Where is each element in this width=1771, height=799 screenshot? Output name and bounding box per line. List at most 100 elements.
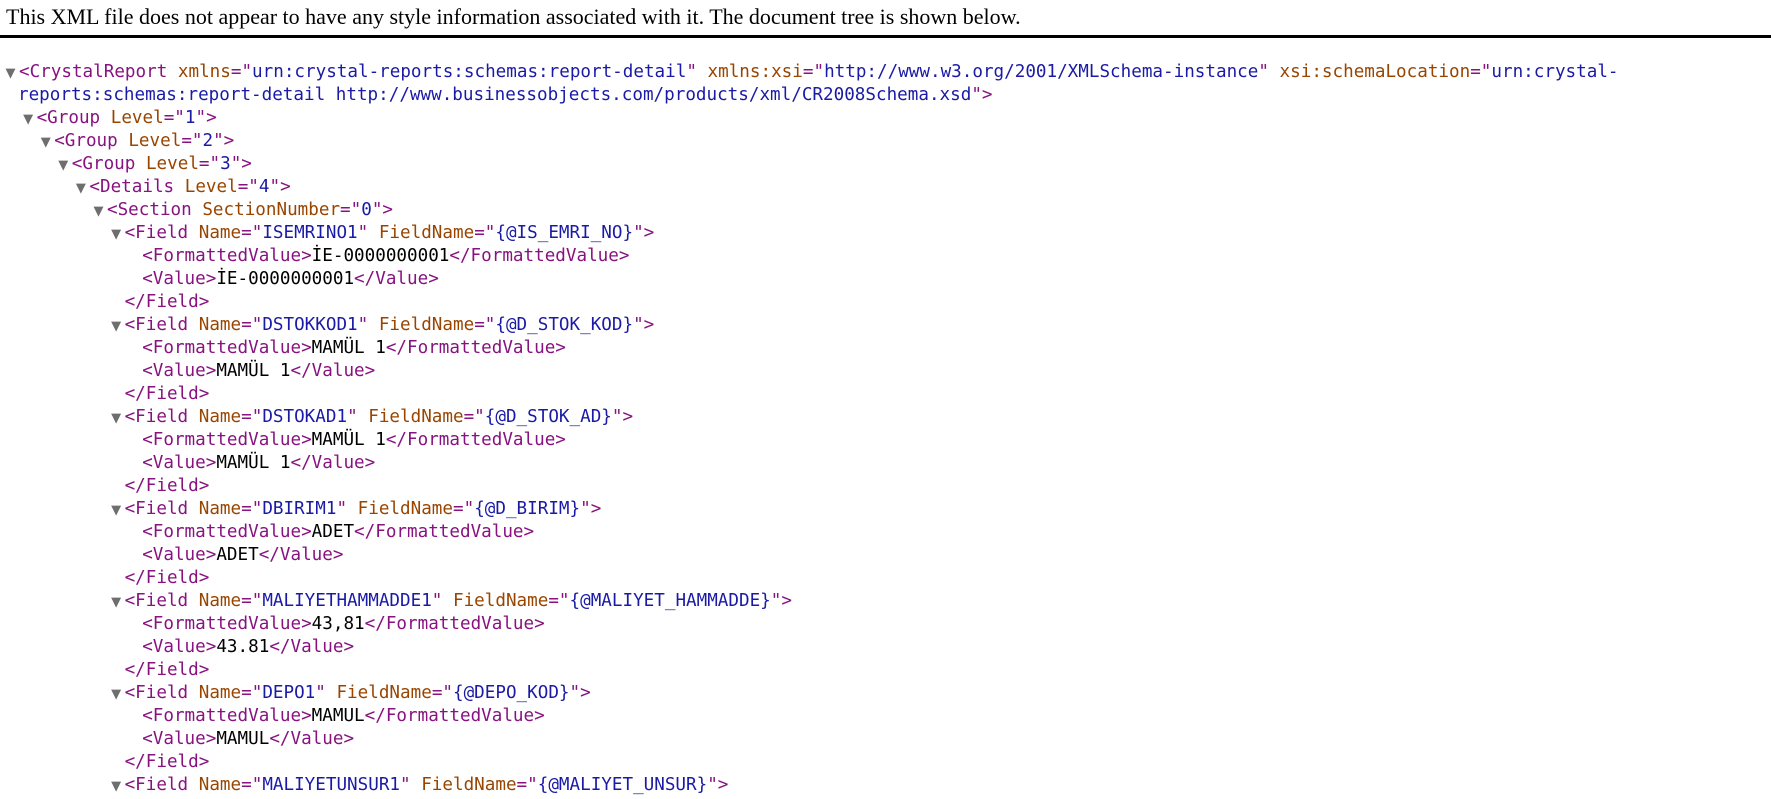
xml-attribute-value: {@DEPO_KOD} <box>453 683 570 703</box>
xml-tag: =" <box>241 775 263 795</box>
collapse-toggle-icon[interactable]: ▼ <box>2 62 19 85</box>
xml-tag: </Field> <box>124 292 210 312</box>
xml-tag: <FormattedValue> <box>142 706 312 726</box>
xml-element-open-line: ▼ <Group Level="2"> <box>0 130 1771 153</box>
xml-tag: </Field> <box>124 660 210 680</box>
xml-attribute-value: {@MALIYET_UNSUR} <box>537 775 708 795</box>
xml-tag: <FormattedValue> <box>142 338 312 358</box>
xml-tag: <Value> <box>142 729 217 749</box>
xml-tag: </Value> <box>354 269 439 289</box>
xml-tag: " <box>347 407 358 427</box>
xml-element-open-line: ▼ <Field Name="DBIRIM1" FieldName="{@D_BI… <box>0 498 1771 521</box>
xml-tag: =" <box>241 591 263 611</box>
xml-tag: </Value> <box>290 453 376 473</box>
xml-tag: </Field> <box>124 752 210 772</box>
xml-tag: </FormattedValue> <box>364 614 545 634</box>
xml-tag: " <box>336 499 348 519</box>
xml-element-open-line: ▼ <Section SectionNumber="0"> <box>0 199 1771 222</box>
xml-line: <Value>MAMÜL 1</Value> <box>0 452 1771 475</box>
xml-attribute-name: FieldName <box>357 407 464 427</box>
xml-element-open-line: ▼ <Field Name="DEPO1" FieldName="{@DEPO_K… <box>0 682 1771 705</box>
xml-attribute-name: Level <box>174 177 238 197</box>
xml-tag: <Field <box>124 683 189 703</box>
xml-tag: </Value> <box>269 729 355 749</box>
collapse-toggle-icon[interactable]: ▼ <box>108 591 125 614</box>
xml-tag: =" <box>241 407 263 427</box>
xml-tag: "> <box>569 683 591 703</box>
xml-tag: <Field <box>124 315 189 335</box>
xml-tag: " <box>357 223 369 243</box>
xml-tag: =" <box>474 315 496 335</box>
xml-tag: "> <box>770 591 792 611</box>
xml-attribute-value: 2 <box>202 131 214 151</box>
xml-attribute-name: Name <box>188 499 242 519</box>
xml-element-open-line: ▼ <Group Level="1"> <box>0 107 1771 130</box>
collapse-toggle-icon[interactable]: ▼ <box>108 683 125 706</box>
xml-line: <FormattedValue>İE-0000000001</Formatted… <box>0 245 1771 268</box>
xml-tag: <Field <box>124 775 189 795</box>
xml-tag: =" <box>516 775 538 795</box>
xml-attribute-value: DSTOKAD1 <box>262 407 348 427</box>
collapse-toggle-icon[interactable]: ▼ <box>37 131 54 154</box>
collapse-toggle-icon[interactable]: ▼ <box>108 315 125 338</box>
xml-tag: </Value> <box>258 545 344 565</box>
xml-tag: </FormattedValue> <box>354 522 535 542</box>
xml-tag: =" <box>181 131 203 151</box>
collapse-toggle-icon[interactable]: ▼ <box>72 177 89 200</box>
xml-attribute-value: DEPO1 <box>262 683 316 703</box>
xml-attribute-value: urn:crystal-reports:schemas:report-detai… <box>252 62 687 82</box>
xml-tag: </Field> <box>124 568 210 588</box>
xml-text: MAMÜL 1 <box>216 453 291 473</box>
xml-tag: =" <box>431 683 453 703</box>
collapse-toggle-icon[interactable]: ▼ <box>108 407 125 430</box>
xml-tag: <Value> <box>142 545 217 565</box>
xml-attribute-value: {@MALIYET_HAMMADDE} <box>569 591 771 611</box>
xml-attribute-value: 3 <box>220 154 231 174</box>
xml-text: MAMÜL 1 <box>216 361 291 381</box>
xml-tag: <Value> <box>142 361 217 381</box>
xml-attribute-value: {@D_STOK_KOD} <box>495 315 634 335</box>
collapse-toggle-icon[interactable]: ▼ <box>108 499 125 522</box>
xml-text: MAMUL <box>311 706 365 726</box>
xml-element-open-line: ▼ <Field Name="MALIYETUNSUR1" FieldName="… <box>0 774 1771 797</box>
xml-attribute-name: FieldName <box>368 223 475 243</box>
xml-tag: =" <box>241 683 263 703</box>
xml-tag: </FormattedValue> <box>385 338 566 358</box>
xml-tag: </FormattedValue> <box>449 246 630 266</box>
xml-tag: <Details <box>89 177 175 197</box>
xml-line: </Field> <box>0 291 1771 314</box>
xml-tag: =" <box>548 591 570 611</box>
xml-attribute-name: Name <box>188 683 242 703</box>
xml-attribute-value: ISEMRINO1 <box>262 223 358 243</box>
xml-tag: "> <box>195 108 217 128</box>
xml-line: <FormattedValue>ADET</FormattedValue> <box>0 521 1771 544</box>
collapse-toggle-icon[interactable]: ▼ <box>108 775 125 798</box>
xml-attribute-value: urn:crystal- <box>1491 62 1619 82</box>
collapse-toggle-icon[interactable]: ▼ <box>108 223 125 246</box>
xml-attribute-value: {@D_BIRIM} <box>474 499 581 519</box>
xml-tag: =" <box>802 62 825 82</box>
xml-tag: "> <box>971 85 993 105</box>
xml-line: <FormattedValue>MAMÜL 1</FormattedValue> <box>0 337 1771 360</box>
xml-attribute-name: FieldName <box>325 683 432 703</box>
xml-tag: <Value> <box>142 269 217 289</box>
collapse-toggle-icon[interactable]: ▼ <box>90 200 107 223</box>
xml-tag: </Value> <box>269 637 355 657</box>
xml-line: <FormattedValue>43,81</FormattedValue> <box>0 613 1771 636</box>
collapse-toggle-icon[interactable]: ▼ <box>55 154 72 177</box>
xml-tag: =" <box>230 62 253 82</box>
collapse-toggle-icon[interactable]: ▼ <box>20 108 37 131</box>
xml-tag: =" <box>340 200 362 220</box>
xml-tag: "> <box>213 131 235 151</box>
xml-text: İE-0000000001 <box>311 246 450 266</box>
xml-attribute-value: DBIRIM1 <box>262 499 337 519</box>
xml-attribute-name: xmlns <box>167 62 231 82</box>
xml-attribute-value: 1 <box>184 108 196 128</box>
xml-attribute-name: Level <box>100 108 164 128</box>
xml-tag: <Field <box>124 223 189 243</box>
xml-tag: <Section <box>107 200 192 220</box>
xml-attribute-name: xmlns:xsi <box>696 62 803 82</box>
xml-attribute-name: Name <box>188 407 242 427</box>
xml-text: ADET <box>311 522 355 542</box>
xml-attribute-value: 4 <box>258 177 270 197</box>
